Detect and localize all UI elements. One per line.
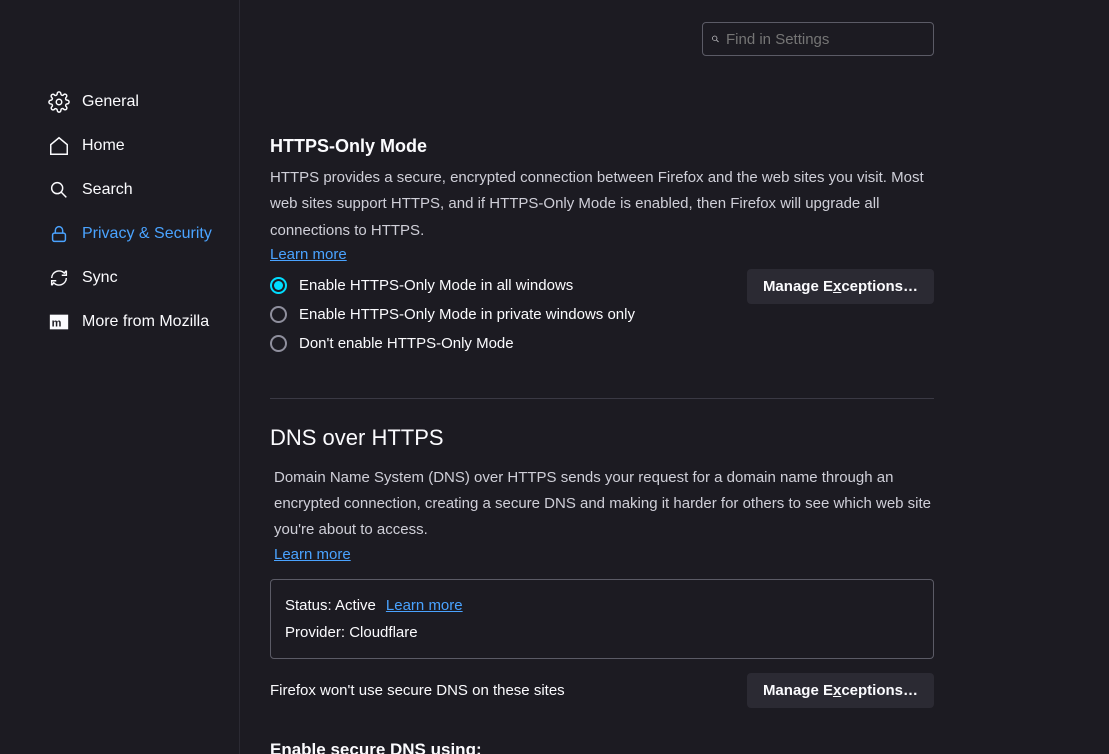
sidebar-item-label: Privacy & Security: [82, 225, 212, 243]
search-icon: [48, 179, 70, 201]
provider-label: Provider:: [285, 624, 349, 641]
svg-text:m: m: [52, 318, 62, 330]
sync-icon: [48, 267, 70, 289]
search-icon: [711, 32, 720, 46]
gear-icon: [48, 91, 70, 113]
status-value: Active: [335, 597, 376, 614]
manage-exceptions-button[interactable]: Manage Exceptions…: [747, 269, 934, 304]
sidebar-item-label: Home: [82, 137, 125, 155]
sidebar-item-general[interactable]: General: [0, 80, 239, 124]
learn-more-link[interactable]: Learn more: [270, 546, 351, 563]
https-only-section: HTTPS-Only Mode HTTPS provides a secure,…: [270, 136, 934, 352]
radio-icon: [270, 277, 287, 294]
section-divider: [270, 398, 934, 399]
sidebar-item-more-mozilla[interactable]: m More from Mozilla: [0, 300, 239, 344]
search-box[interactable]: [702, 22, 934, 56]
section-title: DNS over HTTPS: [270, 425, 934, 451]
dns-provider-row: Provider: Cloudflare: [285, 619, 919, 646]
status-label: Status:: [285, 597, 335, 614]
lock-icon: [48, 223, 70, 245]
radio-icon: [270, 335, 287, 352]
sidebar-item-search[interactable]: Search: [0, 168, 239, 212]
radio-https-private-only[interactable]: Enable HTTPS-Only Mode in private window…: [270, 306, 635, 323]
manage-exceptions-button[interactable]: Manage Exceptions…: [747, 673, 934, 708]
learn-more-link[interactable]: Learn more: [270, 246, 347, 263]
https-radio-group: Enable HTTPS-Only Mode in all windows En…: [270, 277, 635, 352]
provider-value: Cloudflare: [349, 624, 417, 641]
dns-status-row: Status: Active Learn more: [285, 592, 919, 619]
radio-https-all-windows[interactable]: Enable HTTPS-Only Mode in all windows: [270, 277, 635, 294]
radio-label: Enable HTTPS-Only Mode in all windows: [299, 277, 573, 294]
radio-icon: [270, 306, 287, 323]
sidebar-item-label: General: [82, 93, 139, 111]
search-input[interactable]: [726, 31, 925, 48]
secure-dns-subheading: Enable secure DNS using:: [270, 740, 934, 754]
dns-over-https-section: DNS over HTTPS Domain Name System (DNS) …: [270, 425, 934, 754]
sidebar-item-sync[interactable]: Sync: [0, 256, 239, 300]
learn-more-link[interactable]: Learn more: [386, 597, 463, 614]
mozilla-icon: m: [48, 311, 70, 333]
section-desc: HTTPS provides a secure, encrypted conne…: [270, 165, 934, 244]
home-icon: [48, 135, 70, 157]
settings-sidebar: General Home Search Privacy & Security S…: [0, 0, 240, 754]
section-desc: Domain Name System (DNS) over HTTPS send…: [270, 465, 934, 544]
radio-label: Don't enable HTTPS-Only Mode: [299, 335, 514, 352]
section-title: HTTPS-Only Mode: [270, 136, 934, 157]
sidebar-item-label: More from Mozilla: [82, 313, 209, 331]
settings-main: HTTPS-Only Mode HTTPS provides a secure,…: [240, 0, 1109, 754]
sidebar-item-label: Search: [82, 181, 133, 199]
radio-https-disable[interactable]: Don't enable HTTPS-Only Mode: [270, 335, 635, 352]
sidebar-item-label: Sync: [82, 269, 118, 287]
radio-label: Enable HTTPS-Only Mode in private window…: [299, 306, 635, 323]
dns-exceptions-text: Firefox won't use secure DNS on these si…: [270, 682, 565, 699]
sidebar-item-home[interactable]: Home: [0, 124, 239, 168]
sidebar-item-privacy-security[interactable]: Privacy & Security: [0, 212, 239, 256]
dns-status-box: Status: Active Learn more Provider: Cloud…: [270, 579, 934, 659]
